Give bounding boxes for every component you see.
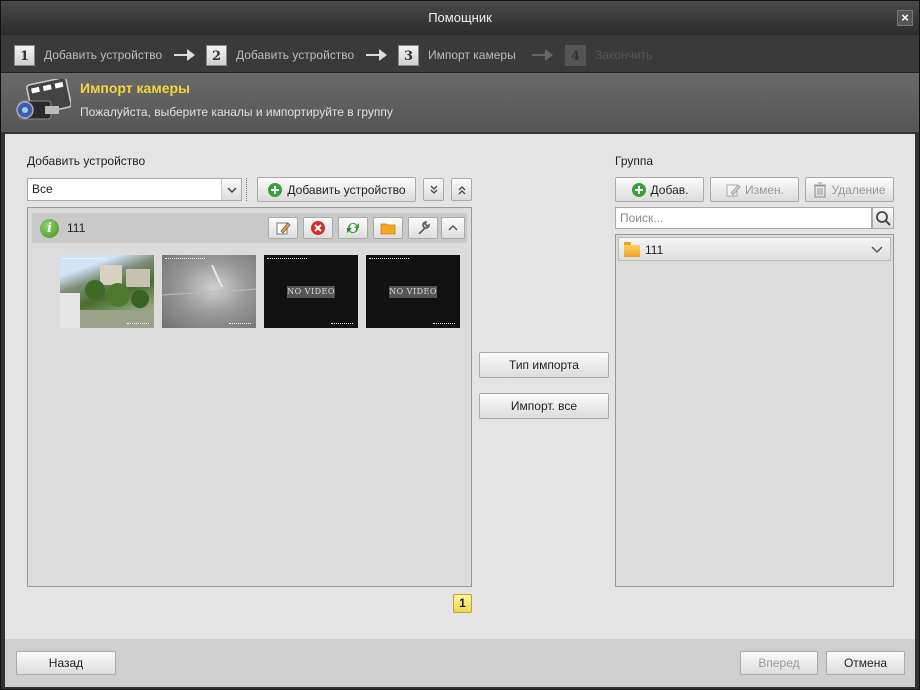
timestamp-overlay	[369, 258, 409, 260]
import-all-button[interactable]: Импорт. все	[479, 393, 609, 419]
camera-thumbnail[interactable]	[60, 255, 154, 328]
step-number: 4	[565, 44, 586, 66]
refresh-device-button[interactable]	[338, 217, 368, 239]
add-device-button[interactable]: Добавить устройство	[257, 177, 416, 202]
no-video-label: NO VIDEO	[287, 286, 335, 298]
import-type-button[interactable]: Тип импорта	[479, 352, 609, 378]
channel-overlay	[127, 323, 149, 325]
no-video-label: NO VIDEO	[389, 286, 437, 298]
toolbar-separator	[246, 178, 249, 201]
collapse-device-button[interactable]	[441, 217, 465, 239]
channel-overlay	[229, 323, 251, 325]
channel-overlay	[433, 323, 455, 325]
camera-thumbnail[interactable]	[162, 255, 256, 328]
arrow-right-icon	[532, 49, 553, 61]
refresh-icon	[347, 223, 359, 233]
wizard-window: Помощник × 1 Добавить устройство 2 Добав…	[0, 0, 920, 690]
group-section-label: Группа	[615, 154, 654, 168]
add-group-label: Добав.	[650, 182, 689, 197]
close-button[interactable]: ×	[897, 10, 913, 26]
group-name: 111	[645, 243, 664, 257]
group-tree-panel: 111	[615, 234, 894, 587]
collapse-all-button[interactable]	[451, 178, 472, 201]
chevron-up-icon	[448, 224, 458, 231]
footer-bar: Назад Вперед Отмена	[5, 639, 915, 687]
group-search-input[interactable]: Поиск...	[615, 207, 872, 229]
page-subtitle: Пожалуйста, выберите каналы и импортируй…	[80, 105, 393, 119]
step-number: 2	[206, 44, 227, 66]
page-number-button[interactable]: 1	[453, 594, 472, 613]
double-chevron-down-icon	[430, 185, 437, 194]
device-name: 111	[67, 221, 86, 235]
edit-device-button[interactable]	[268, 217, 298, 239]
device-section-label: Добавить устройство	[27, 154, 146, 168]
edit-group-label: Измен.	[744, 182, 784, 197]
wrench-icon	[418, 221, 430, 235]
folder-icon	[624, 242, 640, 257]
plus-circle-icon	[631, 182, 646, 197]
pencil-icon	[276, 222, 291, 235]
timestamp-overlay	[63, 258, 103, 260]
channel-overlay	[331, 323, 353, 325]
camera-thumbnail[interactable]: NO VIDEO	[366, 255, 460, 328]
add-device-label: Добавить устройство	[287, 182, 406, 197]
wizard-steps: 1 Добавить устройство 2 Добавить устройс…	[1, 35, 919, 73]
step-3: 3 Импорт камеры	[398, 44, 516, 66]
step-label: Закончить	[595, 48, 653, 62]
delete-circle-icon	[311, 221, 325, 235]
search-icon	[876, 211, 891, 226]
camera-preview-image	[60, 265, 154, 328]
edit-group-button[interactable]: Измен.	[710, 177, 799, 202]
step-number: 3	[398, 44, 419, 66]
step-4: 4 Закончить	[565, 44, 652, 66]
main-area: Добавить устройство Все Добавить устройс…	[5, 134, 915, 639]
cancel-button[interactable]: Отмена	[826, 651, 905, 675]
arrow-right-icon	[174, 49, 195, 61]
pencil-icon	[726, 183, 741, 196]
double-chevron-up-icon	[458, 185, 465, 194]
step-label: Импорт камеры	[428, 48, 516, 62]
title-bar: Помощник ×	[1, 1, 919, 35]
delete-group-label: Удаление	[831, 182, 886, 197]
expand-all-button[interactable]	[423, 178, 444, 201]
device-list-panel: i 111 NO VIDEO NO VIDEO	[27, 207, 472, 587]
step-2: 2 Добавить устройство	[206, 44, 354, 66]
arrow-right-icon	[366, 49, 387, 61]
timestamp-overlay	[267, 258, 307, 260]
folder-icon	[380, 223, 396, 235]
window-title: Помощник	[428, 10, 492, 25]
chevron-down-icon[interactable]	[870, 245, 884, 255]
info-icon: i	[40, 219, 59, 238]
device-settings-button[interactable]	[408, 217, 438, 239]
open-folder-button[interactable]	[373, 217, 403, 239]
next-button[interactable]: Вперед	[740, 651, 818, 675]
search-button[interactable]	[872, 207, 894, 229]
chevron-down-icon	[227, 187, 237, 194]
page-title: Импорт камеры	[80, 80, 190, 96]
step-number: 1	[14, 44, 35, 66]
camera-preview-image	[162, 264, 256, 296]
group-row[interactable]: 111	[618, 237, 891, 261]
device-row[interactable]: i 111	[32, 213, 467, 243]
add-group-button[interactable]: Добав.	[615, 177, 704, 202]
camera-import-icon	[16, 79, 71, 120]
delete-group-button[interactable]: Удаление	[805, 177, 894, 202]
step-label: Добавить устройство	[44, 48, 163, 62]
section-header: Импорт камеры Пожалуйста, выберите канал…	[1, 73, 919, 133]
step-label: Добавить устройство	[236, 48, 355, 62]
plus-circle-icon	[268, 182, 283, 197]
step-1: 1 Добавить устройство	[14, 44, 162, 66]
dropdown-toggle[interactable]	[221, 179, 241, 200]
device-filter-value: Все	[32, 182, 53, 196]
device-filter-select[interactable]: Все	[27, 178, 242, 201]
trash-icon	[814, 182, 827, 198]
delete-device-button[interactable]	[303, 217, 333, 239]
camera-thumbnail[interactable]: NO VIDEO	[264, 255, 358, 328]
back-button[interactable]: Назад	[16, 651, 116, 675]
timestamp-overlay	[165, 258, 205, 260]
